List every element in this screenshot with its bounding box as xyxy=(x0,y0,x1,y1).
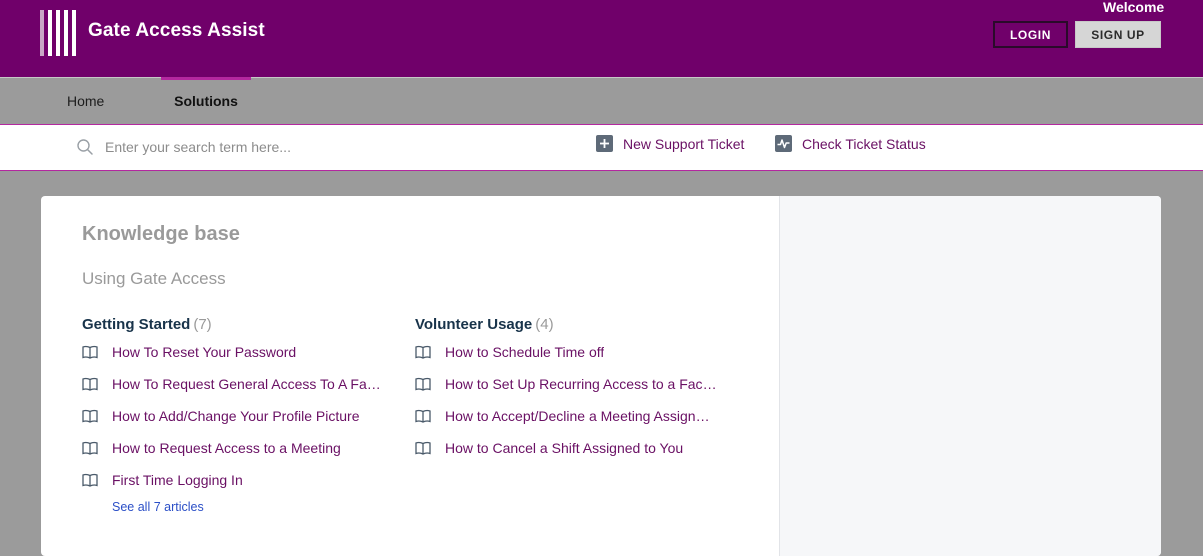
article-link[interactable]: How to Request Access to a Meeting xyxy=(82,432,392,464)
article-title: How to Schedule Time off xyxy=(445,344,605,360)
category-count: (7) xyxy=(193,316,212,333)
category-name: Getting Started xyxy=(82,316,191,333)
activity-icon xyxy=(775,135,792,152)
search-input[interactable] xyxy=(105,134,545,160)
book-icon xyxy=(415,441,431,455)
check-ticket-status-link[interactable]: Check Ticket Status xyxy=(775,135,926,152)
knowledge-base-card: Knowledge base Using Gate Access Getting… xyxy=(41,196,1161,556)
signup-button[interactable]: SIGN UP xyxy=(1075,21,1161,48)
see-all-articles-link[interactable]: See all 7 articles xyxy=(112,500,204,514)
new-support-ticket-label: New Support Ticket xyxy=(623,135,745,152)
check-ticket-status-label: Check Ticket Status xyxy=(802,135,926,152)
article-link[interactable]: First Time Logging In xyxy=(82,464,392,496)
category-count: (4) xyxy=(535,316,554,333)
article-title: How to Add/Change Your Profile Picture xyxy=(112,408,360,424)
book-icon xyxy=(82,409,98,423)
brand-title[interactable]: Gate Access Assist xyxy=(88,20,265,42)
article-title: How to Cancel a Shift Assigned to You xyxy=(445,440,684,456)
article-title: How to Set Up Recurring Access to a Faci… xyxy=(445,376,717,392)
article-title: How to Request Access to a Meeting xyxy=(112,440,341,456)
article-link[interactable]: How To Reset Your Password xyxy=(82,336,392,368)
sidebar-panel xyxy=(779,196,1161,556)
book-icon xyxy=(82,345,98,359)
book-icon xyxy=(415,345,431,359)
search-bar: New Support Ticket Check Ticket Status xyxy=(0,124,1203,171)
article-title: How to Accept/Decline a Meeting Assign… xyxy=(445,408,710,424)
book-icon xyxy=(415,377,431,391)
article-title: First Time Logging In xyxy=(112,472,243,488)
article-link[interactable]: How To Request General Access To A Faci… xyxy=(82,368,392,400)
login-button[interactable]: LOGIN xyxy=(993,21,1068,48)
section-title[interactable]: Using Gate Access xyxy=(82,269,226,289)
article-title: How To Request General Access To A Faci… xyxy=(112,376,384,392)
nav-tab-home[interactable]: Home xyxy=(67,78,104,124)
category-heading[interactable]: Getting Started (7) xyxy=(82,316,392,336)
article-title: How To Reset Your Password xyxy=(112,344,297,360)
book-icon xyxy=(82,473,98,487)
article-link[interactable]: How to Set Up Recurring Access to a Faci… xyxy=(415,368,725,400)
new-support-ticket-link[interactable]: New Support Ticket xyxy=(596,135,744,152)
welcome-text: Welcome xyxy=(1103,0,1165,15)
main-nav: Home Solutions xyxy=(0,77,1203,125)
article-link[interactable]: How to Schedule Time off xyxy=(415,336,725,368)
category-volunteer-usage: Volunteer Usage (4) How to Schedule Time … xyxy=(415,316,725,464)
article-link[interactable]: How to Cancel a Shift Assigned to You xyxy=(415,432,725,464)
page-title: Knowledge base xyxy=(82,223,240,245)
article-link[interactable]: How to Add/Change Your Profile Picture xyxy=(82,400,392,432)
article-link[interactable]: How to Accept/Decline a Meeting Assign… xyxy=(415,400,725,432)
book-icon xyxy=(415,409,431,423)
top-header: Gate Access Assist Welcome LOGIN SIGN UP xyxy=(0,0,1203,77)
nav-tab-solutions[interactable]: Solutions xyxy=(161,77,251,124)
logo-icon xyxy=(40,10,76,56)
category-name: Volunteer Usage xyxy=(415,316,533,333)
category-getting-started: Getting Started (7) How To Reset Your Pas… xyxy=(82,316,392,516)
plus-icon xyxy=(596,135,613,152)
category-heading[interactable]: Volunteer Usage (4) xyxy=(415,316,725,336)
search-icon xyxy=(77,139,93,155)
book-icon xyxy=(82,377,98,391)
book-icon xyxy=(82,441,98,455)
